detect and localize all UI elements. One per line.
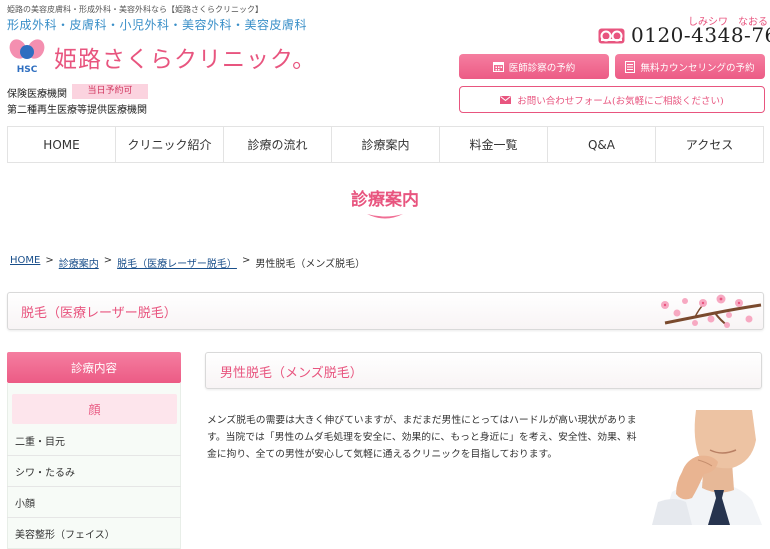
global-nav: HOME クリニック紹介 診療の流れ 診療案内 料金一覧 Q&A アクセス — [7, 126, 764, 163]
sidebar-item-wrinkles[interactable]: シワ・たるみ — [7, 456, 181, 487]
nav-clinic-intro[interactable]: クリニック紹介 — [115, 127, 223, 162]
cherry-blossom-branch-icon — [661, 294, 762, 328]
contact-form-button[interactable]: お問い合わせフォーム(お気軽にご相談ください) — [459, 86, 765, 113]
nav-price-list[interactable]: 料金一覧 — [439, 127, 547, 162]
page-title: 診療案内 — [351, 190, 419, 210]
clinic-logo-icon[interactable]: HSC — [6, 38, 48, 74]
doctor-appointment-label: 医師診察の予約 — [508, 62, 576, 74]
sidebar-item-eyes[interactable]: 二重・目元 — [7, 425, 181, 456]
freedial-icon — [598, 28, 625, 44]
free-counseling-label: 無料カウンセリングの予約 — [640, 62, 755, 74]
man-photo — [652, 410, 762, 525]
phone-number[interactable]: 0120-4348-76 — [631, 23, 770, 47]
category-title: 脱毛（医療レーザー脱毛） — [21, 306, 177, 321]
breadcrumb: HOME > 診療案内 > 脱毛（医療レーザー脱毛） > 男性脱毛（メンズ脱毛） — [10, 255, 365, 270]
main-title: 男性脱毛（メンズ脱毛） — [220, 366, 363, 381]
document-icon — [625, 60, 636, 73]
breadcrumb-current: 男性脱毛（メンズ脱毛） — [255, 259, 366, 270]
calendar-icon — [492, 62, 504, 72]
sidebar-item-face-surgery[interactable]: 美容整形（フェイス） — [7, 518, 181, 549]
breadcrumb-treatment-guide[interactable]: 診療案内 — [59, 255, 99, 270]
contact-form-label: お問い合わせフォーム(お気軽にご相談ください) — [517, 95, 724, 107]
breadcrumb-home[interactable]: HOME — [10, 255, 40, 270]
nav-access[interactable]: アクセス — [655, 127, 764, 162]
sidebar-item-small-face[interactable]: 小顔 — [7, 487, 181, 518]
insurance-label: 保険医療機関 — [7, 89, 67, 100]
specialties-list: 形成外科・皮膚科・小児外科・美容外科・美容皮膚科 — [7, 18, 308, 32]
breadcrumb-separator: > — [45, 255, 54, 266]
mail-icon — [500, 95, 512, 104]
main-description: メンズ脱毛の需要は大きく伸びていますが、まだまだ男性にとってはハードルが高い現状… — [207, 415, 637, 460]
nav-qa[interactable]: Q&A — [547, 127, 655, 162]
free-counseling-button[interactable]: 無料カウンセリングの予約 — [615, 54, 765, 79]
logo-abbr: HSC — [17, 65, 38, 74]
clinic-name[interactable]: 姫路さくらクリニック。 — [54, 40, 316, 74]
sidebar-header: 診療内容 — [7, 352, 181, 383]
breadcrumb-separator: > — [103, 255, 113, 266]
nav-treatment-guide[interactable]: 診療案内 — [331, 127, 439, 162]
title-swoosh-decoration — [367, 214, 403, 219]
regenerative-medicine-label: 第二種再生医療等提供医療機関 — [7, 105, 147, 116]
same-day-badge: 当日予約可 — [72, 84, 148, 99]
breadcrumb-separator: > — [241, 255, 251, 266]
nav-treatment-flow[interactable]: 診療の流れ — [223, 127, 331, 162]
breadcrumb-hair-removal[interactable]: 脱毛（医療レーザー脱毛） — [117, 255, 237, 270]
sidebar-category-face[interactable]: 顔 — [12, 394, 177, 424]
nav-home[interactable]: HOME — [7, 127, 115, 162]
doctor-appointment-button[interactable]: 医師診察の予約 — [459, 54, 609, 79]
site-tagline: 姫路の美容皮膚科・形成外科・美容外科なら【姫路さくらクリニック】 — [7, 5, 263, 14]
